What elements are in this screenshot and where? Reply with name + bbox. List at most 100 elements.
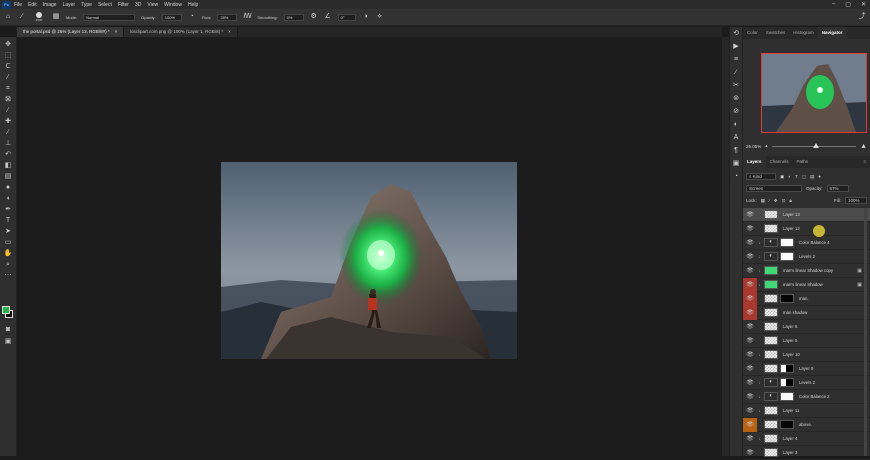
close-icon[interactable]: ✕ bbox=[861, 1, 866, 8]
zoom-slider-knob[interactable] bbox=[812, 142, 819, 148]
tab-paths[interactable]: Paths bbox=[793, 156, 813, 168]
layer-name[interactable]: Layer 10 bbox=[783, 352, 800, 357]
lock-all-icon[interactable]: 🔒︎ bbox=[789, 198, 791, 203]
filter-toggle-icon[interactable]: ● bbox=[818, 174, 821, 179]
menu-view[interactable]: View bbox=[147, 2, 158, 8]
tool-presets-icon[interactable]: ✂ bbox=[731, 79, 741, 92]
layer-opacity-field[interactable]: 57% bbox=[826, 185, 849, 192]
visibility-eye-icon[interactable]: 👁︎ bbox=[743, 305, 757, 320]
character-icon[interactable]: A bbox=[731, 131, 741, 144]
adjustment-layer-icon[interactable]: ◐ bbox=[764, 392, 778, 401]
layer-row[interactable]: 👁︎ ↓ man's linear Shadow ▣ bbox=[743, 277, 870, 292]
frame-tool-icon[interactable]: ⊠ bbox=[2, 94, 14, 105]
libraries-icon[interactable]: ⊚ bbox=[731, 92, 741, 105]
visibility-eye-icon[interactable]: 👁︎ bbox=[743, 334, 757, 348]
filter-adjustment-icon[interactable]: ◐ bbox=[788, 174, 791, 179]
eyedropper-tool-icon[interactable]: ⁄ bbox=[2, 105, 14, 116]
more-tools-icon[interactable]: ⋯ bbox=[2, 270, 14, 281]
flow-field[interactable]: 28% bbox=[217, 13, 238, 21]
info-icon[interactable]: ◔ bbox=[731, 170, 741, 183]
airbrush-icon[interactable]: ꟿ bbox=[243, 13, 251, 21]
foreground-color-swatch[interactable] bbox=[2, 306, 10, 314]
layer-row[interactable]: 👁︎ man. bbox=[743, 291, 870, 306]
pressure-opacity-icon[interactable]: ◔ bbox=[188, 13, 196, 21]
layer-name[interactable]: Color Balance 2 bbox=[799, 394, 830, 399]
layer-name[interactable]: man's linear Shadow bbox=[783, 282, 823, 287]
angle-field[interactable]: 0° bbox=[337, 13, 356, 21]
layer-row[interactable]: 👁︎ Layer 5 bbox=[743, 334, 870, 348]
blend-mode-select[interactable]: Screen bbox=[746, 185, 802, 192]
visibility-eye-icon[interactable]: 👁︎ bbox=[743, 390, 757, 404]
tab-color[interactable]: Color bbox=[743, 27, 762, 39]
adjustment-layer-icon[interactable]: ◐ bbox=[764, 252, 778, 261]
visibility-eye-icon[interactable]: 👁︎ bbox=[743, 376, 757, 390]
photoshop-logo-icon[interactable]: Ps bbox=[2, 0, 11, 9]
brush-settings-icon[interactable]: ▦ bbox=[52, 13, 60, 21]
layer-thumbnail[interactable] bbox=[764, 420, 778, 429]
lock-artboard-icon[interactable]: ⊡ bbox=[782, 198, 786, 204]
layer-mask-thumbnail[interactable] bbox=[780, 392, 794, 401]
opacity-field[interactable]: 100% bbox=[161, 13, 182, 21]
adjustments-icon[interactable]: ⊘ bbox=[731, 105, 741, 118]
layer-mask-thumbnail[interactable] bbox=[780, 364, 794, 373]
brushes-icon[interactable]: ∕ bbox=[731, 66, 741, 79]
layer-thumbnail[interactable] bbox=[764, 406, 778, 415]
home-icon[interactable]: ⌂ bbox=[4, 13, 12, 21]
zoom-value[interactable]: 26.05% bbox=[746, 144, 761, 149]
history-brush-tool-icon[interactable]: ↶ bbox=[2, 149, 14, 160]
canvas-scrollbar[interactable] bbox=[722, 37, 729, 456]
healing-brush-tool-icon[interactable]: ✚ bbox=[2, 116, 14, 127]
layer-row[interactable]: 👁︎ Layer 9 bbox=[743, 362, 870, 376]
quick-select-tool-icon[interactable]: ⁄ bbox=[2, 72, 14, 83]
menu-3d[interactable]: 3D bbox=[135, 2, 141, 8]
layer-row[interactable]: 👁︎ man shadow bbox=[743, 305, 870, 320]
visibility-eye-icon[interactable]: 👁︎ bbox=[743, 348, 757, 362]
layer-name[interactable]: Color Balance 4 bbox=[799, 240, 830, 245]
crop-tool-icon[interactable]: ⌗ bbox=[2, 83, 14, 94]
layer-thumbnail[interactable] bbox=[764, 294, 778, 303]
lock-position-icon[interactable]: ✥ bbox=[774, 198, 778, 204]
pressure-size-icon[interactable]: ◑ bbox=[362, 13, 370, 21]
tab-channels[interactable]: Channels bbox=[766, 156, 793, 168]
paragraph-icon[interactable]: ¶ bbox=[731, 144, 741, 157]
menu-filter[interactable]: Filter bbox=[118, 2, 129, 8]
layer-thumbnail[interactable] bbox=[764, 364, 778, 373]
layer-thumbnail[interactable] bbox=[764, 210, 778, 219]
pen-tool-icon[interactable]: ✒ bbox=[2, 204, 14, 215]
brush-tool-icon[interactable]: ∕ bbox=[2, 127, 14, 138]
smoothing-field[interactable]: 0% bbox=[283, 13, 304, 21]
layer-row[interactable]: 👁︎ ↓ Layer 11 bbox=[743, 404, 870, 418]
layer-row[interactable]: 👁︎ ↓ ◐ Levels 2 bbox=[743, 376, 870, 390]
menu-image[interactable]: Image bbox=[43, 2, 57, 8]
visibility-eye-icon[interactable]: 👁︎ bbox=[743, 291, 757, 306]
menu-edit[interactable]: Edit bbox=[28, 2, 37, 8]
layer-name[interactable]: above. bbox=[799, 422, 812, 427]
menu-file[interactable]: File bbox=[14, 2, 22, 8]
layer-row[interactable]: 👁︎ ↓ Layer 4 bbox=[743, 432, 870, 446]
layer-row[interactable]: 👁︎ ↓ ◐ Color Balance 4 bbox=[743, 236, 870, 250]
layers-scrollbar[interactable] bbox=[864, 208, 867, 456]
angle-icon[interactable]: ∠ bbox=[324, 13, 332, 21]
kind-filter[interactable]: ⌕ Kind bbox=[746, 173, 776, 180]
layer-row[interactable]: 👁︎ Layer 6 bbox=[743, 320, 870, 334]
menu-window[interactable]: Window bbox=[164, 2, 182, 8]
history-icon[interactable]: ⟲ bbox=[731, 27, 741, 40]
quick-mask-icon[interactable]: ◙ bbox=[2, 324, 14, 335]
move-tool-icon[interactable]: ✥ bbox=[2, 39, 14, 50]
styles-icon[interactable]: ◐ bbox=[731, 118, 741, 131]
brush-preset-picker[interactable]: 2500 bbox=[32, 12, 46, 22]
visibility-eye-icon[interactable]: 👁︎ bbox=[743, 277, 757, 292]
screen-mode-icon[interactable]: ▣ bbox=[2, 336, 14, 347]
filter-type-icon[interactable]: T bbox=[795, 174, 798, 179]
share-icon[interactable]: ⤴ bbox=[858, 13, 866, 21]
layer-row[interactable]: 👁︎ Layer 12 bbox=[743, 222, 870, 236]
layer-name[interactable]: Layer 9 bbox=[799, 366, 813, 371]
adjustment-layer-icon[interactable]: ◐ bbox=[764, 238, 778, 247]
layer-mask-thumbnail[interactable] bbox=[780, 252, 794, 261]
layer-mask-thumbnail[interactable] bbox=[780, 420, 794, 429]
lock-transparent-icon[interactable]: ▦ bbox=[761, 198, 765, 204]
properties-icon[interactable]: ≡ bbox=[731, 53, 741, 66]
adjustment-layer-icon[interactable]: ◐ bbox=[764, 378, 778, 387]
layer-thumbnail[interactable] bbox=[764, 434, 778, 443]
filter-shape-icon[interactable]: ▢ bbox=[802, 174, 806, 180]
